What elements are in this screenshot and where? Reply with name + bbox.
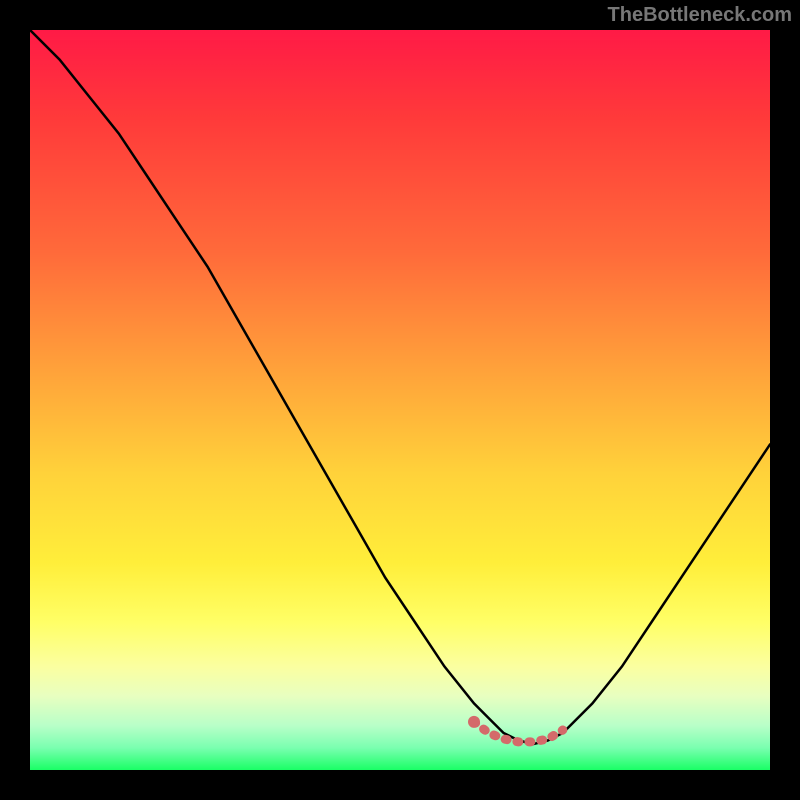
watermark-text: TheBottleneck.com [608,4,792,27]
chart-svg [30,30,770,770]
optimal-range-start-dot [468,716,480,728]
chart-container: TheBottleneck.com [0,0,800,800]
bottleneck-curve [30,30,770,744]
optimal-range-marker [474,722,563,742]
